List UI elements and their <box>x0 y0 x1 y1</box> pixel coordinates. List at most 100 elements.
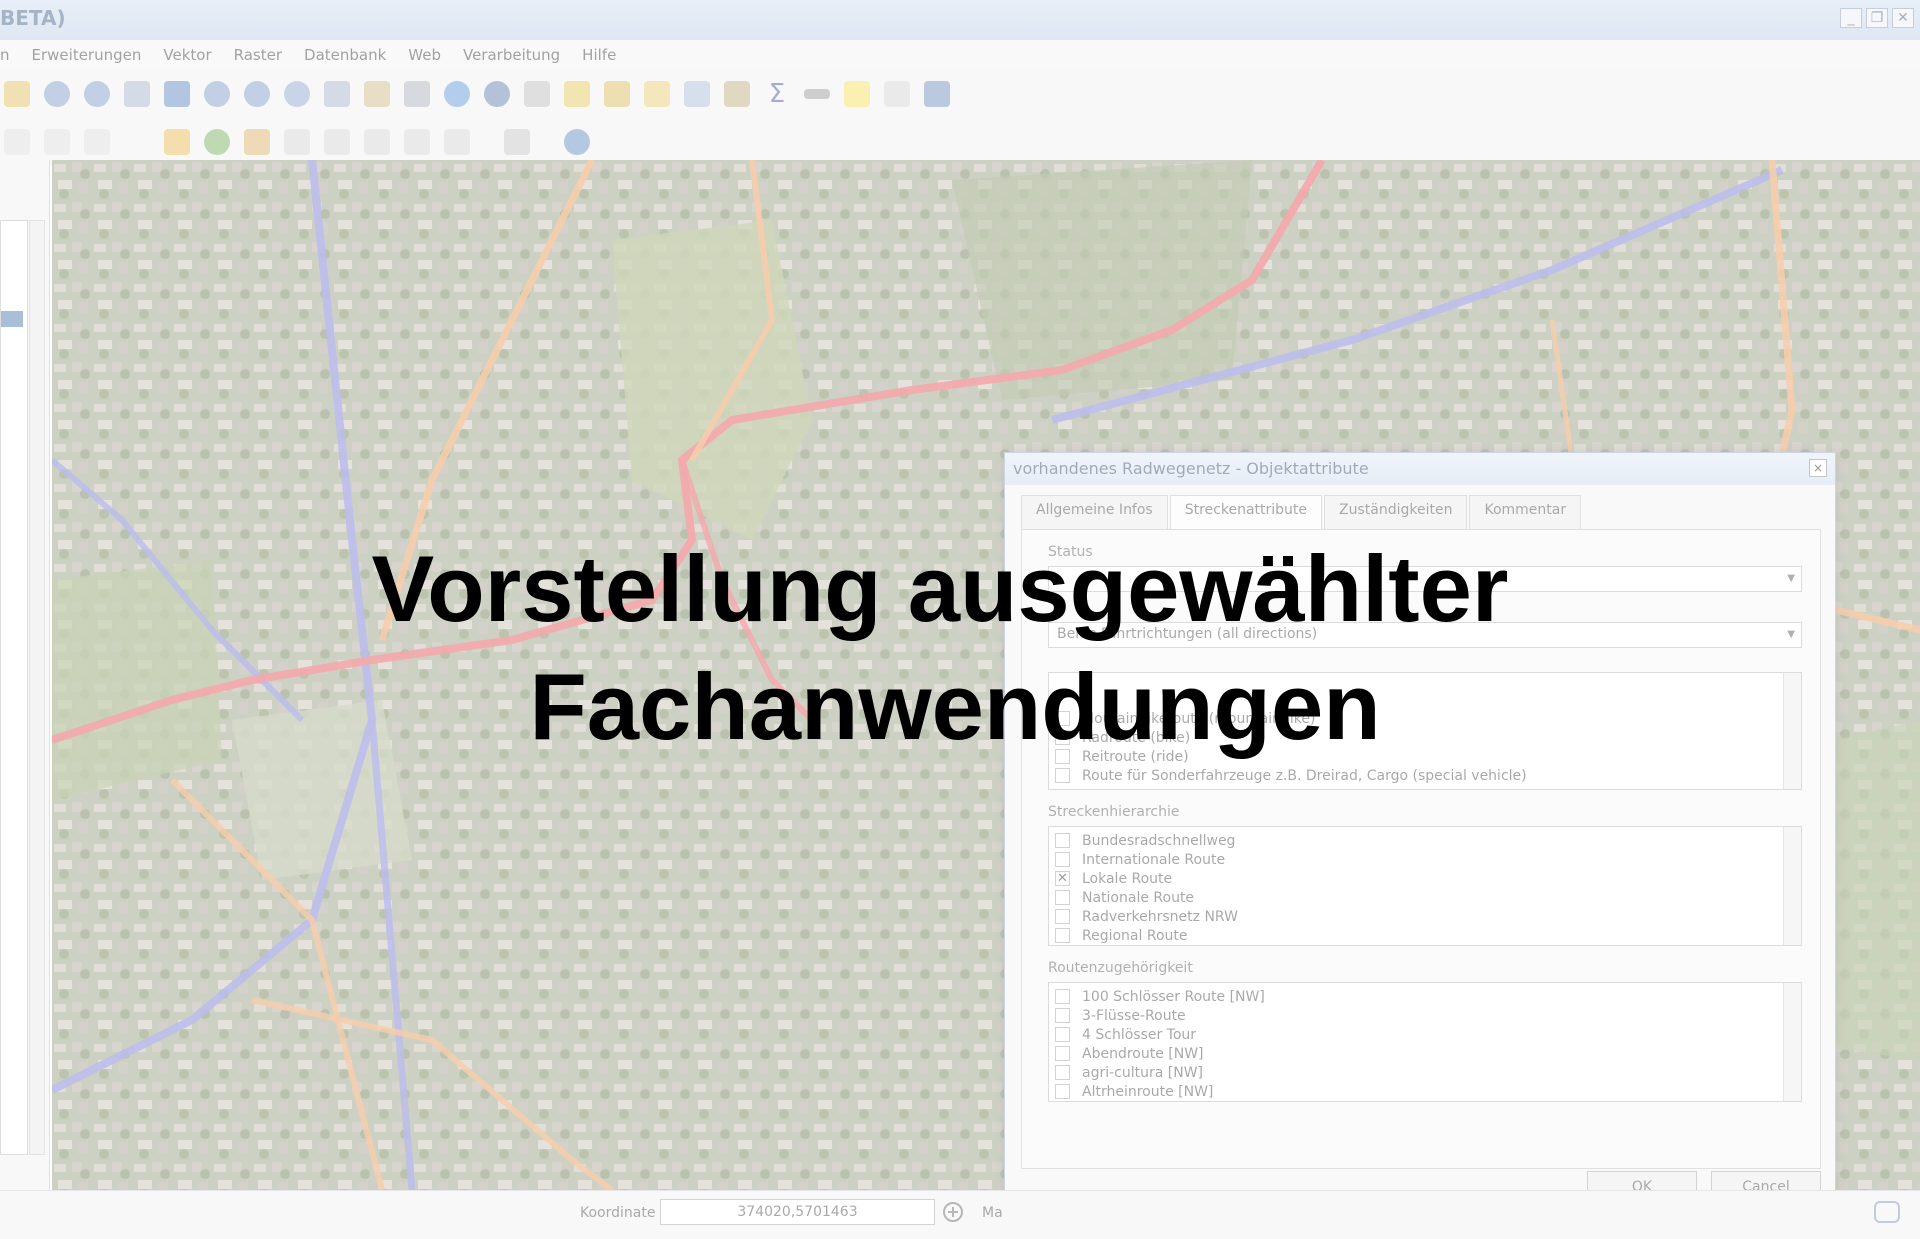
menu-item-datenbank[interactable]: Datenbank <box>304 46 386 64</box>
checkbox[interactable] <box>1055 1008 1070 1023</box>
zoom-native-icon[interactable] <box>124 81 150 107</box>
checkbox[interactable] <box>1055 909 1070 924</box>
zoom-out-icon[interactable] <box>84 81 110 107</box>
list-item-label: Nationale Route <box>1082 889 1195 906</box>
pan-icon[interactable] <box>4 81 30 107</box>
tab-allgemeine-infos[interactable]: Allgemeine Infos <box>1021 495 1168 529</box>
attribute-table-icon[interactable] <box>684 81 710 107</box>
checkbox[interactable] <box>1055 1084 1070 1099</box>
csv-icon[interactable] <box>504 129 530 155</box>
list-item[interactable]: Bundesradschnellweg <box>1049 831 1801 850</box>
select-icon[interactable] <box>564 81 590 107</box>
dialog-close-button[interactable]: × <box>1809 459 1827 477</box>
close-button[interactable]: ✕ <box>1892 8 1914 28</box>
identify-icon[interactable] <box>484 81 510 107</box>
slide-title-line-2: Fachanwendungen <box>529 654 1381 759</box>
help-icon[interactable] <box>924 81 950 107</box>
add-feature-icon[interactable] <box>84 129 110 155</box>
zoom-full-icon[interactable] <box>164 81 190 107</box>
extents-toggle-icon[interactable] <box>940 1199 966 1225</box>
checkbox[interactable] <box>1055 989 1070 1004</box>
field-calculator-icon[interactable] <box>724 81 750 107</box>
menu-bar: n Erweiterungen Vektor Raster Datenbank … <box>0 40 1920 70</box>
list-item-label: 3-Flüsse-Route <box>1082 1007 1186 1024</box>
show-bookmarks-icon[interactable] <box>404 81 430 107</box>
checkbox[interactable] <box>1055 1027 1070 1042</box>
list-item[interactable]: Abendroute [NW] <box>1049 1044 1801 1063</box>
add-wfs-layer-icon[interactable] <box>204 129 230 155</box>
node-tool-icon[interactable] <box>284 129 310 155</box>
list-item[interactable]: Route für Sonderfahrzeuge z.B. Dreirad, … <box>1049 766 1801 785</box>
measure-icon[interactable] <box>804 89 830 99</box>
move-feature-icon[interactable] <box>324 129 350 155</box>
zoom-to-selection-icon[interactable] <box>204 81 230 107</box>
reshape-feature-icon[interactable] <box>444 129 470 155</box>
deselect-icon[interactable] <box>644 81 670 107</box>
menu-item-vektor[interactable]: Vektor <box>163 46 211 64</box>
minimize-button[interactable]: _ <box>1840 8 1862 28</box>
list-item-label: Bundesradschnellweg <box>1082 832 1236 849</box>
checkbox[interactable] <box>1055 1065 1070 1080</box>
menu-item-hilfe[interactable]: Hilfe <box>582 46 616 64</box>
checkbox[interactable] <box>1055 890 1070 905</box>
tab-streckenattribute[interactable]: Streckenattribute <box>1169 495 1323 529</box>
refresh-icon[interactable] <box>444 81 470 107</box>
wms-layer-icon[interactable] <box>164 129 190 155</box>
menu-item-erweiterungen[interactable]: Erweiterungen <box>32 46 142 64</box>
selected-layer-row[interactable] <box>1 311 23 327</box>
menu-item-verarbeitung[interactable]: Verarbeitung <box>463 46 560 64</box>
checkbox[interactable] <box>1055 928 1070 943</box>
checkbox-checked[interactable]: ✕ <box>1055 871 1070 886</box>
checkbox[interactable] <box>1055 852 1070 867</box>
list-item[interactable]: 100 Schlösser Route [NW] <box>1049 987 1801 1006</box>
coordinate-field[interactable]: 374020,5701463 <box>660 1199 935 1225</box>
list-item[interactable]: Internationale Route <box>1049 850 1801 869</box>
select-by-expression-icon[interactable] <box>604 81 630 107</box>
menu-item-raster[interactable]: Raster <box>234 46 282 64</box>
menu-item-partial[interactable]: n <box>0 46 10 64</box>
zoom-in-icon[interactable] <box>44 81 70 107</box>
zoom-next-icon[interactable] <box>324 81 350 107</box>
zoom-last-icon[interactable] <box>284 81 310 107</box>
list-item[interactable]: 3-Flüsse-Route <box>1049 1006 1801 1025</box>
checkbox[interactable] <box>1055 768 1070 783</box>
tab-kommentar[interactable]: Kommentar <box>1469 495 1582 529</box>
list-item-label: Altrheinroute [NW] <box>1082 1083 1214 1100</box>
list-item[interactable]: Radverkehrsnetz NRW <box>1049 907 1801 926</box>
digitizing-toolbar <box>0 118 1920 166</box>
checkbox[interactable] <box>1055 833 1070 848</box>
edit-toggle-icon[interactable] <box>4 129 30 155</box>
list-scrollbar[interactable] <box>1783 827 1801 945</box>
list-item-label: Radverkehrsnetz NRW <box>1082 908 1238 925</box>
list-item[interactable]: 4 Schlösser Tour <box>1049 1025 1801 1044</box>
python-icon[interactable] <box>564 129 590 155</box>
add-delimited-layer-icon[interactable] <box>244 129 270 155</box>
list-item-label: 100 Schlösser Route [NW] <box>1082 988 1265 1005</box>
list-item-label: Route für Sonderfahrzeuge z.B. Dreirad, … <box>1082 767 1527 784</box>
membership-list[interactable]: 100 Schlösser Route [NW] 3-Flüsse-Route … <box>1048 982 1802 1102</box>
annotation-icon[interactable] <box>844 81 870 107</box>
list-item[interactable]: Nationale Route <box>1049 888 1801 907</box>
list-item[interactable]: Altrheinroute [NW] <box>1049 1082 1801 1101</box>
action-icon[interactable] <box>524 81 550 107</box>
menu-item-web[interactable]: Web <box>408 46 441 64</box>
simplify-feature-icon[interactable] <box>404 129 430 155</box>
list-item[interactable]: agri-cultura [NW] <box>1049 1063 1801 1082</box>
text-annotation-icon[interactable] <box>884 81 910 107</box>
rotate-feature-icon[interactable] <box>364 129 390 155</box>
zoom-to-layer-icon[interactable] <box>244 81 270 107</box>
statistics-sigma-icon[interactable]: Σ <box>764 81 790 107</box>
list-item[interactable]: ✕ Lokale Route <box>1049 869 1801 888</box>
save-edits-icon[interactable] <box>44 129 70 155</box>
checkbox[interactable] <box>1055 1046 1070 1061</box>
window-controls: _ ❐ ✕ <box>1840 8 1914 28</box>
list-scrollbar[interactable] <box>1783 983 1801 1101</box>
messages-icon[interactable] <box>1874 1201 1900 1223</box>
tab-zustaendigkeiten[interactable]: Zuständigkeiten <box>1324 495 1468 529</box>
list-item-label: 4 Schlösser Tour <box>1082 1026 1197 1043</box>
list-item[interactable]: Regional Route <box>1049 926 1801 945</box>
new-bookmark-icon[interactable] <box>364 81 390 107</box>
restore-button[interactable]: ❐ <box>1866 8 1888 28</box>
dialog-title: vorhandenes Radwegenetz - Objektattribut… <box>1005 453 1835 485</box>
hierarchy-list[interactable]: Bundesradschnellweg Internationale Route… <box>1048 826 1802 946</box>
